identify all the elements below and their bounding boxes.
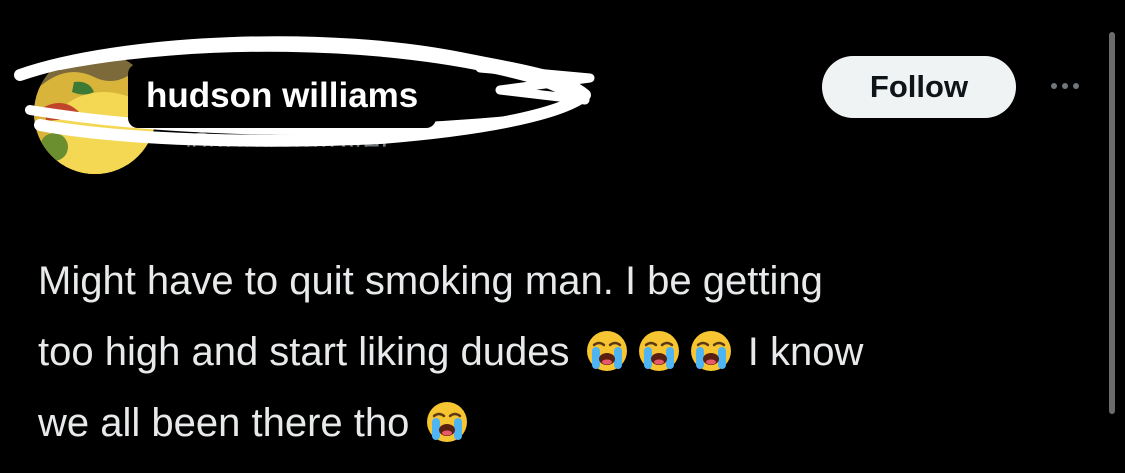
tweet-line-2a: too high and start liking dudes [38,330,570,374]
tweet-line-3: we all been there tho [38,401,410,445]
more-options-icon[interactable] [1040,66,1090,106]
user-handle[interactable]: @tonystatover [185,128,392,147]
follow-button[interactable]: Follow [822,56,1016,118]
tweet-card: @tonystatover hudson williams Follow Mig… [0,0,1125,473]
tweet-line-1: Might have to quit smoking man. I be get… [38,259,823,303]
loudly-crying-face-icon [638,331,679,371]
loudly-crying-face-icon [690,331,731,371]
more-dot [1062,83,1068,89]
tweet-text: Might have to quit smoking man. I be get… [38,246,1098,459]
loudly-crying-face-icon [426,402,467,442]
tweet-line-2b: I know [747,330,864,374]
more-dot [1073,83,1079,89]
scrollbar[interactable] [1109,32,1115,414]
display-name[interactable]: hudson williams [128,64,437,128]
more-dot [1051,83,1057,89]
loudly-crying-face-icon [586,331,627,371]
